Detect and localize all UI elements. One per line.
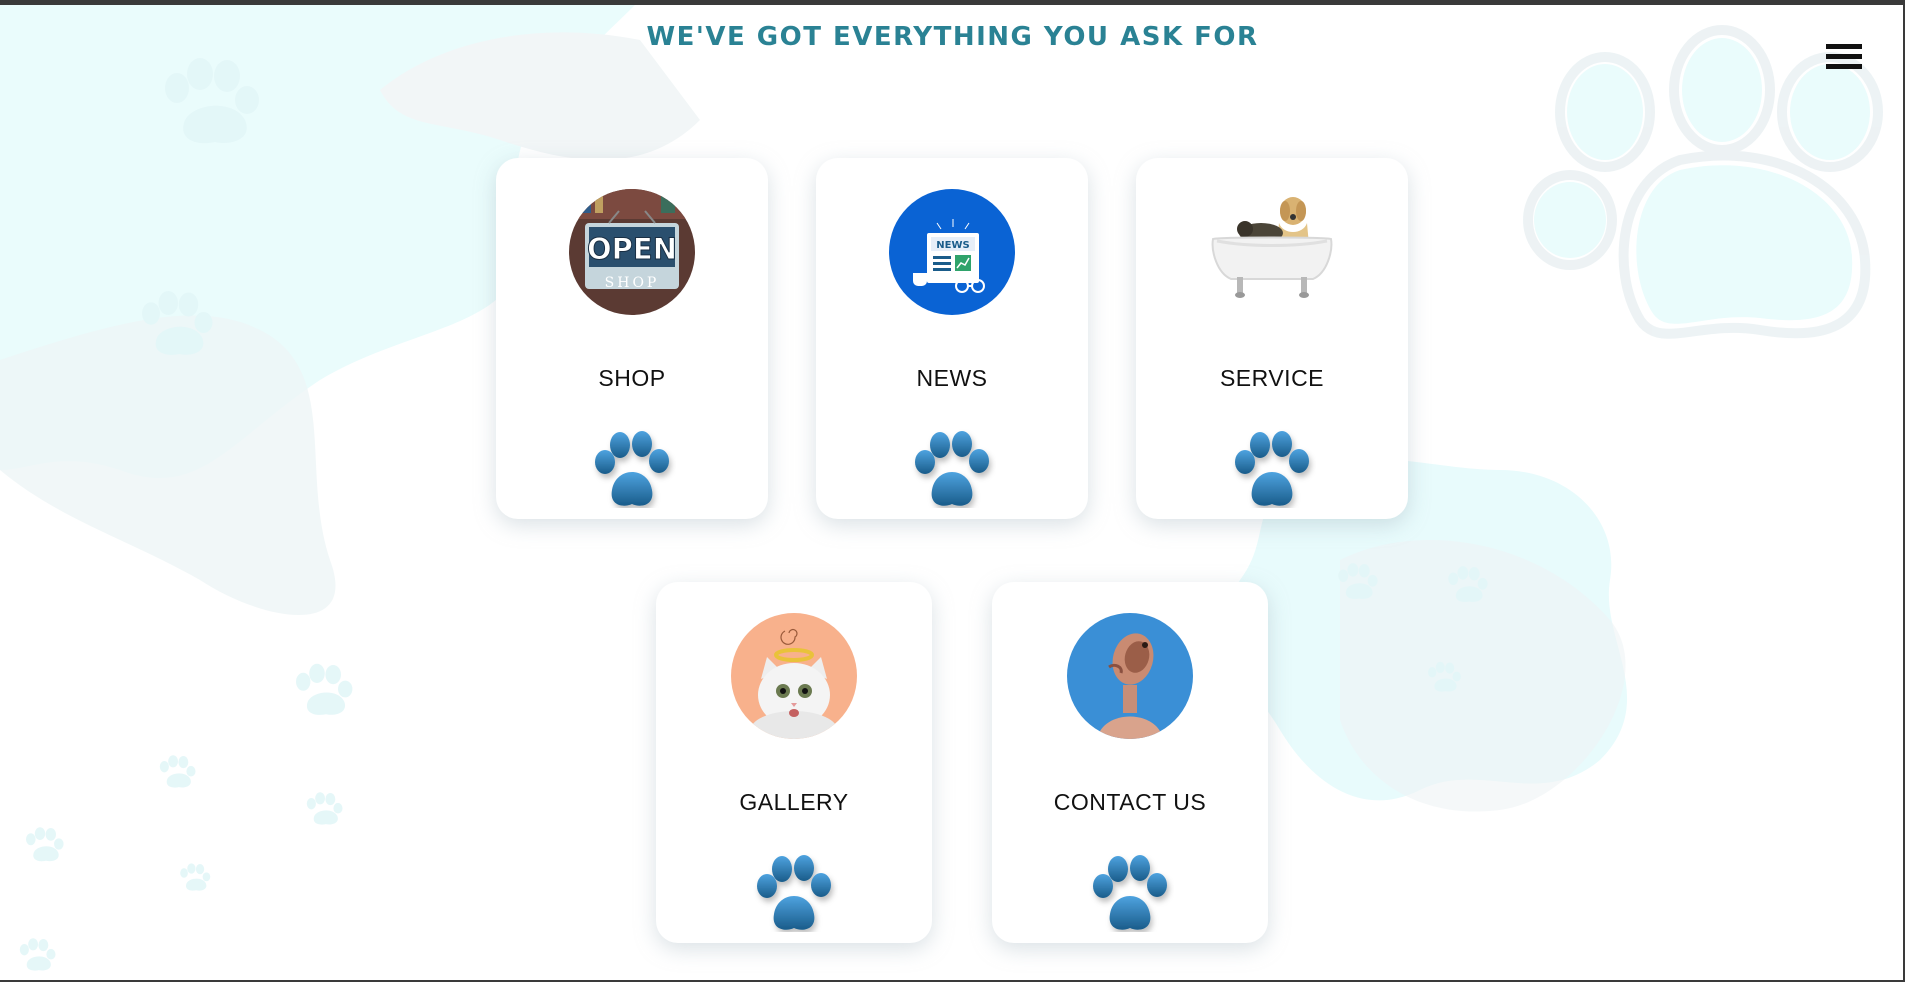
hamburger-menu-icon[interactable] bbox=[1826, 44, 1864, 74]
card-label: NEWS bbox=[916, 365, 988, 391]
dog-cat-bathtub-image bbox=[1209, 189, 1335, 315]
menu-bar bbox=[1826, 54, 1862, 59]
page-title: WE'VE GOT EVERYTHING YOU ASK FOR bbox=[646, 22, 1259, 52]
cat-with-halo-image bbox=[731, 613, 857, 739]
paw-icon[interactable] bbox=[908, 428, 996, 508]
card-news[interactable]: NEWS NEWS bbox=[816, 158, 1088, 519]
svg-text:OPEN: OPEN bbox=[587, 232, 677, 266]
card-shop[interactable]: OPEN SHOP SHOP bbox=[496, 158, 768, 519]
newspaper-news-image: NEWS bbox=[889, 189, 1015, 315]
card-contact-us[interactable]: CONTACT US bbox=[992, 582, 1268, 943]
paw-icon[interactable] bbox=[588, 428, 676, 508]
card-gallery[interactable]: GALLERY bbox=[656, 582, 932, 943]
open-shop-sign-image: OPEN SHOP bbox=[569, 189, 695, 315]
card-label: SERVICE bbox=[1219, 365, 1325, 391]
svg-text:NEWS: NEWS bbox=[936, 240, 969, 251]
card-label: GALLERY bbox=[739, 789, 849, 815]
card-label: SHOP bbox=[598, 365, 666, 391]
menu-bar bbox=[1826, 44, 1862, 49]
top-border bbox=[0, 0, 1905, 5]
card-label: CONTACT US bbox=[1053, 789, 1207, 815]
paw-icon[interactable] bbox=[1086, 852, 1174, 932]
card-service[interactable]: SERVICE bbox=[1136, 158, 1408, 519]
menu-bar bbox=[1826, 64, 1862, 69]
svg-text:SHOP: SHOP bbox=[605, 275, 660, 291]
paw-icon[interactable] bbox=[750, 852, 838, 932]
paw-icon[interactable] bbox=[1228, 428, 1316, 508]
dog-on-phone-image bbox=[1067, 613, 1193, 739]
